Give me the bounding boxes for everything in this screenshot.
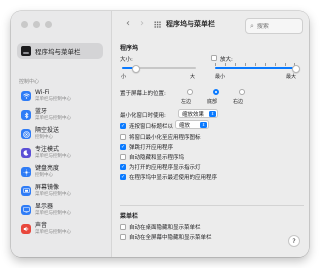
display-icon [21, 205, 31, 215]
sidebar-item-subtitle: 菜单栏与控制中心 [35, 153, 71, 159]
sidebar-item-subtitle: 控制中心 [35, 172, 53, 178]
sidebar-item-dock-menubar[interactable]: 程序坞与菜单栏 [17, 43, 103, 59]
position-left-radio[interactable] [187, 89, 193, 95]
moon-icon [21, 148, 31, 158]
double-click-action-value: 缩放 [179, 122, 191, 129]
toolbar: ‹ › 程序坞与菜单栏 ⌕ [112, 11, 309, 39]
keyboard-brightness-icon [21, 167, 31, 177]
sidebar-item-keyboard-brightness[interactable]: 键盘亮度 控制中心 [17, 163, 103, 181]
dock-heading: 程序坞 [120, 45, 139, 52]
position-bottom-radio[interactable] [213, 89, 219, 95]
minimize-window-button[interactable] [33, 21, 40, 28]
position-right-label: 右边 [233, 99, 244, 105]
help-button[interactable]: ? [288, 235, 300, 247]
chevron-up-down-icon: ⇕ [200, 122, 207, 128]
size-slider-knob[interactable] [132, 65, 141, 73]
sidebar-item-subtitle: 菜单栏与控制中心 [35, 210, 71, 216]
bluetooth-icon [21, 110, 31, 120]
position-label: 置于屏幕上的位置: [120, 91, 166, 97]
sidebar-item-title: 显示器 [35, 202, 54, 210]
option-label: 自动隐藏和显示程序坞 [129, 155, 185, 161]
menubar-heading: 菜单栏 [120, 213, 139, 220]
settings-window: 程序坞与菜单栏 控制中心 Wi-Fi 菜单栏与控制中心 蓝牙 菜单栏与控制中心 隔空… [11, 11, 309, 257]
size-max-label: 大 [190, 74, 196, 80]
sidebar-item-subtitle: 菜单栏与控制中心 [35, 229, 71, 235]
close-window-button[interactable] [21, 21, 28, 28]
magnify-min-label: 最小 [215, 74, 226, 80]
minimize-label: 最小化窗口时使用: [120, 113, 166, 119]
magnify-max-label: 最大 [286, 74, 297, 80]
sidebar-item-title: Wi-Fi [35, 88, 50, 96]
section-divider [120, 205, 304, 206]
search-field[interactable]: ⌕ [245, 18, 303, 34]
position-left-label: 左边 [181, 99, 192, 105]
sidebar-section-label: 控制中心 [19, 79, 40, 85]
sidebar-item-title: 专注模式 [35, 145, 60, 153]
magnify-slider[interactable] [215, 67, 295, 69]
autohide-menubar-desktop-checkbox[interactable] [120, 224, 126, 230]
option-label: 将窗口最小化至应用程序图标 [129, 135, 201, 141]
position-right-radio[interactable] [239, 89, 245, 95]
sidebar-item-focus[interactable]: 专注模式 菜单栏与控制中心 [17, 144, 103, 162]
magnify-ticks [215, 63, 295, 66]
autohide-dock-checkbox[interactable] [120, 154, 126, 160]
show-recent-apps-checkbox[interactable]: ✓ [120, 174, 126, 180]
double-click-checkbox[interactable]: ✓ [120, 123, 126, 129]
sidebar-item-bluetooth[interactable]: 蓝牙 菜单栏与控制中心 [17, 106, 103, 124]
page-title: 程序坞与菜单栏 [166, 20, 215, 28]
option-label: 自动在全屏幕中隐藏和显示菜单栏 [129, 235, 212, 241]
sidebar-item-title: 蓝牙 [35, 107, 48, 115]
sidebar-item-title: 隔空投送 [35, 126, 60, 134]
sidebar-item-screen-mirroring[interactable]: 屏幕镜像 菜单栏与控制中心 [17, 182, 103, 200]
size-label: 大小: [120, 57, 133, 63]
sidebar-item-sound[interactable]: 声音 菜单栏与控制中心 [17, 220, 103, 238]
sidebar-item-subtitle: 菜单栏与控制中心 [35, 96, 71, 102]
minimize-effect-select[interactable]: 缩放效果 ⇕ [178, 109, 218, 118]
double-click-label: 连按窗口标题栏以 [129, 124, 174, 130]
option-label: 自动在桌面隐藏和显示菜单栏 [129, 225, 201, 231]
magnify-slider-fill [215, 67, 295, 69]
wifi-icon [21, 91, 31, 101]
zoom-window-button[interactable] [45, 21, 52, 28]
sidebar-item-title: 声音 [35, 221, 48, 229]
double-click-action-select[interactable]: 缩放 ⇕ [175, 120, 209, 129]
airdrop-icon [21, 129, 31, 139]
sidebar-item-subtitle: 控制中心 [35, 134, 53, 140]
main-pane: ‹ › 程序坞与菜单栏 ⌕ 程序坞 大小: 小 大 放大: [112, 11, 309, 257]
magnify-slider-knob[interactable] [292, 65, 300, 73]
sidebar-item-display[interactable]: 显示器 菜单栏与控制中心 [17, 201, 103, 219]
minimize-to-app-icon-checkbox[interactable] [120, 134, 126, 140]
autohide-menubar-fullscreen-checkbox[interactable] [120, 234, 126, 240]
show-indicators-checkbox[interactable]: ✓ [120, 164, 126, 170]
window-controls [21, 21, 52, 28]
animate-opening-checkbox[interactable]: ✓ [120, 144, 126, 150]
sidebar-item-subtitle: 菜单栏与控制中心 [35, 191, 71, 197]
magnify-checkbox[interactable] [211, 55, 217, 61]
sidebar-item-subtitle: 菜单栏与控制中心 [35, 115, 71, 121]
sidebar: 程序坞与菜单栏 控制中心 Wi-Fi 菜单栏与控制中心 蓝牙 菜单栏与控制中心 隔空… [11, 11, 112, 257]
sidebar-item-wifi[interactable]: Wi-Fi 菜单栏与控制中心 [17, 87, 103, 105]
forward-button[interactable]: › [140, 19, 144, 29]
magnify-label: 放大: [220, 57, 233, 63]
sound-icon [21, 224, 31, 234]
sidebar-item-label: 程序坞与菜单栏 [35, 48, 81, 56]
show-all-grid-icon[interactable] [154, 21, 161, 28]
sidebar-item-airdrop[interactable]: 隔空投送 控制中心 [17, 125, 103, 143]
option-label: 在程序坞中显示最近使用的应用程序 [129, 175, 218, 181]
chevron-up-down-icon: ⇕ [209, 111, 216, 117]
option-label: 为打开的应用程序显示指示灯 [129, 165, 201, 171]
position-bottom-label: 底部 [207, 99, 218, 105]
sidebar-item-title: 键盘亮度 [35, 164, 60, 172]
sidebar-item-title: 屏幕镜像 [35, 183, 60, 191]
search-input[interactable] [253, 22, 297, 30]
back-button[interactable]: ‹ [126, 19, 130, 29]
dock-icon [21, 46, 31, 56]
screen-mirroring-icon [21, 186, 31, 196]
minimize-effect-value: 缩放效果 [182, 111, 205, 118]
size-min-label: 小 [121, 74, 127, 80]
option-label: 弹跳打开应用程序 [129, 145, 174, 151]
